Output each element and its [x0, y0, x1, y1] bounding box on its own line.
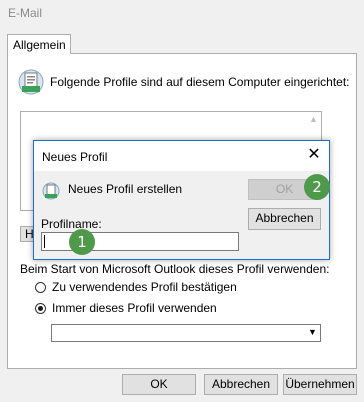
step-badge-2: 2 — [304, 174, 330, 200]
cancel-button[interactable]: Abbrechen — [204, 374, 278, 395]
mail-profiles-icon — [18, 69, 44, 95]
radio-prompt-profile[interactable] — [35, 282, 46, 293]
radio-always-use-profile-label[interactable]: Immer dieses Profil verwenden — [52, 301, 217, 315]
scroll-up-arrow-icon[interactable]: ▲ — [306, 112, 321, 126]
apply-button[interactable]: Übernehmen — [283, 374, 357, 395]
chevron-down-icon[interactable]: ▼ — [308, 327, 317, 337]
radio-always-use-profile[interactable] — [35, 303, 46, 314]
dialog-cancel-button[interactable]: Abbrechen — [248, 208, 321, 230]
close-icon[interactable]: ✕ — [305, 146, 323, 164]
step-badge-1: 1 — [69, 229, 95, 255]
profile-name-label: Profilname: — [41, 217, 102, 231]
new-profile-icon — [42, 182, 60, 200]
dialog-heading: Neues Profil erstellen — [68, 182, 183, 196]
startup-profile-label: Beim Start von Microsoft Outlook dieses … — [20, 262, 330, 276]
radio-prompt-profile-label[interactable]: Zu verwendendes Profil bestätigen — [52, 280, 237, 294]
tab-allgemein[interactable]: Allgemein — [7, 34, 71, 54]
profile-select[interactable] — [51, 324, 321, 342]
dialog-title: Neues Profil — [42, 150, 108, 164]
text-caret — [44, 235, 45, 248]
profiles-intro-text: Folgende Profile sind auf diesem Compute… — [50, 75, 350, 89]
window-title: E-Mail — [8, 6, 43, 20]
ok-button[interactable]: OK — [122, 374, 196, 395]
